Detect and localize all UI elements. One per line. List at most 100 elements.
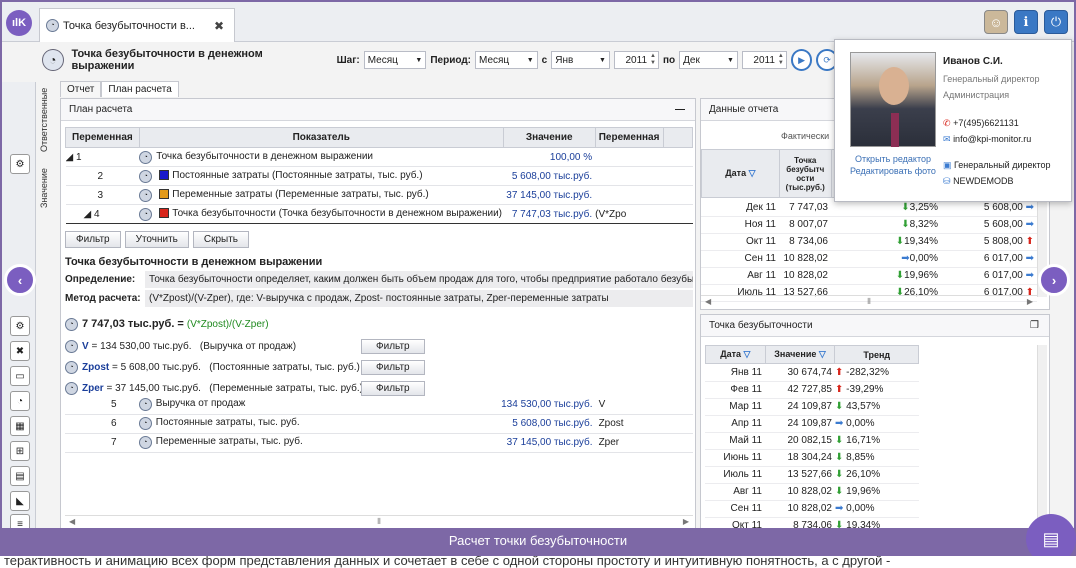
chevron-right-icon[interactable]: ▶ bbox=[683, 517, 689, 526]
chevron-right-icon[interactable]: ▶ bbox=[1027, 297, 1033, 306]
step-select[interactable]: Месяц ▼ bbox=[363, 51, 427, 69]
refine-button[interactable]: Уточнить bbox=[124, 231, 189, 248]
table-row[interactable]: 6 ◔ Постоянные затраты, тыс. руб. 5 608,0… bbox=[65, 414, 693, 434]
row-value: 42 727,85 bbox=[765, 381, 835, 399]
col-header[interactable]: Переменная bbox=[65, 127, 140, 148]
step-label: Шаг: bbox=[336, 54, 360, 66]
variable-filter-button[interactable]: Фильтр bbox=[361, 360, 425, 375]
table-row[interactable]: 2 ◔ Постоянные затраты (Постоянные затрат… bbox=[65, 166, 693, 186]
col-header[interactable]: Дата ▽ bbox=[701, 149, 780, 198]
chevron-left-icon[interactable]: ◀ bbox=[705, 297, 711, 306]
table-row[interactable]: Сен 11 10 828,02 ➡ 0,00% 6 017,00 ➡ bbox=[701, 250, 1037, 268]
side-tab-value[interactable]: Значение bbox=[39, 156, 53, 208]
chevron-left-icon[interactable]: ◀ bbox=[69, 517, 75, 526]
table-row[interactable]: Май 11 20 082,15 ⬇ 16,71% bbox=[705, 432, 919, 450]
tab-report[interactable]: Отчет bbox=[60, 81, 102, 97]
table-row[interactable]: Июль 11 13 527,66 ⬇ 26,10% bbox=[705, 466, 919, 484]
table-row[interactable]: 5 ◔ Выручка от продаж 134 530,00 тыс.руб.… bbox=[65, 395, 693, 415]
variable-filter-button[interactable]: Фильтр bbox=[361, 381, 425, 396]
folder-icon[interactable]: ▭ bbox=[10, 366, 30, 386]
settings-gear-icon[interactable]: ⚙ bbox=[10, 154, 30, 174]
col-header[interactable]: Переменная bbox=[594, 127, 664, 148]
filter-button[interactable]: Фильтр bbox=[65, 231, 121, 248]
row-trend: ⬇ 19,34% bbox=[831, 233, 941, 251]
table-row[interactable]: 3 ◔ Переменные затраты (Переменные затрат… bbox=[65, 185, 693, 205]
horizontal-scrollbar[interactable]: ◀ ⦀ ▶ bbox=[65, 515, 693, 527]
user-email[interactable]: info@kpi-monitor.ru bbox=[953, 134, 1031, 144]
power-icon[interactable]: ⏻ bbox=[1044, 10, 1068, 34]
spinner-arrows-icon[interactable]: ▲ ▼ bbox=[650, 53, 656, 67]
row-value: 10 828,02 bbox=[779, 250, 831, 268]
table-icon[interactable]: ▦ bbox=[10, 416, 30, 436]
hide-button[interactable]: Скрыть bbox=[192, 231, 250, 248]
trend-arrow-icon: ⬆ bbox=[835, 384, 847, 395]
tab-calc-plan[interactable]: План расчета bbox=[101, 81, 179, 97]
table-row[interactable]: Апр 11 24 109,87 ➡ 0,00% bbox=[705, 415, 919, 433]
prev-slide-button[interactable]: ‹ bbox=[4, 264, 36, 296]
minimize-icon[interactable]: — bbox=[675, 104, 685, 115]
col-header[interactable]: Значение bbox=[502, 127, 596, 148]
table-row[interactable]: Авг 11 10 828,02 ⬇ 19,96% 6 017,00 ➡ bbox=[701, 267, 1037, 285]
page-title: Точка безубыточности в денежном выражени… bbox=[71, 48, 263, 72]
variable-filter-button[interactable]: Фильтр bbox=[361, 339, 425, 354]
to-label: по bbox=[662, 54, 676, 66]
collapse-icon[interactable]: ◢ bbox=[84, 209, 92, 220]
table-row-selected[interactable]: ◢ 4 ◔ Точка безубыточности (Точка безубыт… bbox=[65, 204, 693, 224]
restore-icon[interactable]: ❐ bbox=[1030, 320, 1039, 331]
table-row[interactable]: Авг 11 10 828,02 ⬇ 19,96% bbox=[705, 483, 919, 501]
row-name-text: Выручка от продаж bbox=[155, 397, 246, 409]
horizontal-scrollbar[interactable]: ◀ ⦀ ▶ bbox=[701, 295, 1037, 307]
grid-icon[interactable]: ▤ bbox=[10, 466, 30, 486]
col-value-text: Значение bbox=[774, 349, 817, 359]
col-header[interactable]: Показатель bbox=[138, 127, 504, 148]
table-row[interactable]: Фев 11 42 727,85 ⬆ -39,29% bbox=[705, 381, 919, 399]
to-month-select[interactable]: Дек ▼ bbox=[679, 51, 738, 69]
table-row[interactable]: ◢ 1 ◔ Точка безубыточности в денежном выр… bbox=[65, 147, 693, 167]
from-month-select[interactable]: Янв ▼ bbox=[551, 51, 610, 69]
edit-photo-link[interactable]: Редактировать фото bbox=[843, 166, 943, 176]
play-button[interactable]: ▶ bbox=[790, 49, 813, 71]
open-editor-link[interactable]: Открыть редактор bbox=[843, 154, 943, 164]
hierarchy-icon[interactable]: ⊞ bbox=[10, 441, 30, 461]
col-header[interactable]: Тренд bbox=[834, 345, 919, 364]
settings-icon[interactable]: ⚙ bbox=[10, 316, 30, 336]
method-text: (V*Zpost)/(V-Zper), где: V-выручка с про… bbox=[145, 290, 693, 307]
filter-icon[interactable]: ▽ bbox=[744, 349, 751, 359]
document-tab[interactable]: ◔ Точка безубыточности в... ✖ bbox=[39, 8, 235, 42]
from-year-spinner[interactable]: 2011 ▲ ▼ bbox=[613, 51, 659, 69]
to-year-spinner[interactable]: 2011 ▲ ▼ bbox=[741, 51, 787, 69]
table-row[interactable]: Ноя 11 8 007,07 ⬇ 8,32% 5 608,00 ➡ bbox=[701, 216, 1037, 234]
table-row[interactable]: Янв 11 30 674,74 ⬆ -282,32% bbox=[705, 364, 919, 382]
scroll-thumb[interactable]: ⦀ bbox=[377, 517, 381, 527]
table-row[interactable]: Окт 11 8 734,06 ⬇ 19,34% 5 808,00 ⬆ bbox=[701, 233, 1037, 251]
gauge-icon: ◔ bbox=[139, 169, 153, 183]
next-slide-button[interactable]: › bbox=[1038, 264, 1070, 296]
table-row[interactable]: Сен 11 10 828,02 ➡ 0,00% bbox=[705, 500, 919, 518]
filter-icon[interactable]: ▽ bbox=[749, 168, 756, 178]
filter-icon[interactable]: ▽ bbox=[819, 349, 826, 359]
side-tab-responsible[interactable]: Ответственные bbox=[39, 84, 53, 152]
col-date-text: Дата bbox=[725, 168, 747, 178]
vertical-scrollbar[interactable] bbox=[1037, 345, 1047, 525]
scroll-thumb[interactable]: ⦀ bbox=[867, 297, 871, 307]
col-header[interactable]: Точка безубытч ости (тыс.руб.) bbox=[778, 149, 832, 198]
role-icon: ▣ bbox=[943, 160, 952, 170]
trend-arrow-icon: ⬇ bbox=[835, 486, 847, 497]
col-header[interactable]: Дата ▽ bbox=[705, 345, 766, 364]
tools-icon[interactable]: ✖ bbox=[10, 341, 30, 361]
user-avatar-icon[interactable]: ☺ bbox=[984, 10, 1008, 34]
chart-icon[interactable]: ◣ bbox=[10, 491, 30, 511]
col-header[interactable]: Значение ▽ bbox=[764, 345, 836, 364]
trend-arrow-icon: ➡ bbox=[835, 418, 847, 429]
table-row[interactable]: Июнь 11 18 304,24 ⬇ 8,85% bbox=[705, 449, 919, 467]
spinner-arrows-icon[interactable]: ▲ ▼ bbox=[778, 53, 784, 67]
table-row[interactable]: Мар 11 24 109,87 ⬇ 43,57% bbox=[705, 398, 919, 416]
app-logo[interactable]: ılK bbox=[6, 10, 32, 36]
table-row[interactable]: 7 ◔ Переменные затраты, тыс. руб. 37 145,… bbox=[65, 433, 693, 453]
gauge-icon[interactable]: ◔ bbox=[10, 391, 30, 411]
collapse-icon[interactable]: ◢ bbox=[66, 152, 74, 163]
period-select[interactable]: Месяц ▼ bbox=[475, 51, 538, 69]
info-icon[interactable]: ℹ bbox=[1014, 10, 1038, 34]
row-value: 8 007,07 bbox=[779, 216, 831, 234]
close-icon[interactable]: ✖ bbox=[214, 19, 224, 33]
